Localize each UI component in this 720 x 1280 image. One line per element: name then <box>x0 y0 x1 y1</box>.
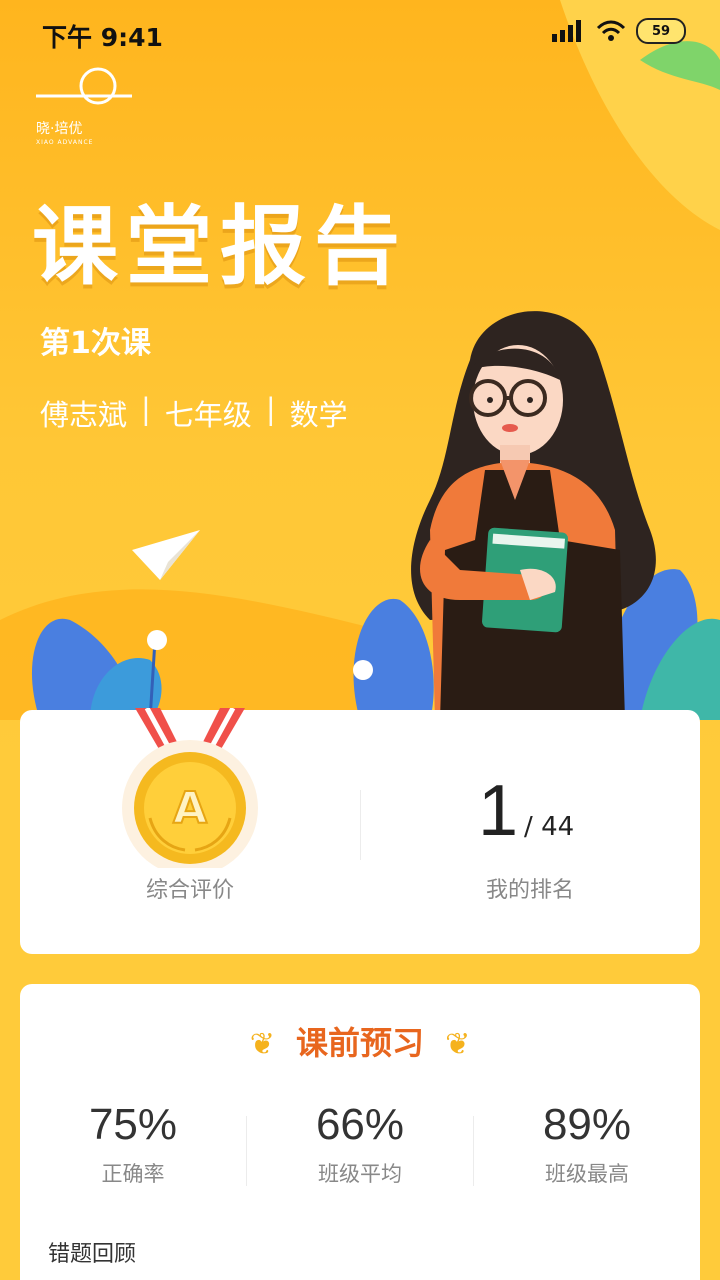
student-name: 傅志斌 <box>40 398 128 432</box>
medal-letter: A <box>173 783 207 834</box>
stat-class-average: 66% 班级平均 <box>247 1100 473 1188</box>
subject: 数学 <box>289 398 348 432</box>
laurel-left-icon: ❦ <box>249 1027 275 1062</box>
signal-icon <box>552 20 581 42</box>
laurel-right-icon: ❦ <box>445 1027 471 1062</box>
report-page: 下午 9:41 59 晓·培优 XIAO ADVANCE 课堂报告 第1次课 傅… <box>0 0 720 1280</box>
meta-separator: | <box>141 392 151 426</box>
status-bar: 下午 9:41 59 <box>0 0 720 70</box>
logo-mark-icon <box>36 67 132 105</box>
meta-separator: | <box>265 392 276 426</box>
overall-label: 综合评价 <box>145 878 234 903</box>
logo-subtext: XIAO ADVANCE <box>36 139 94 146</box>
student-grade: 七年级 <box>164 398 252 432</box>
logo-text: 晓·培优 <box>36 121 83 137</box>
battery-icon: 59 <box>636 18 686 44</box>
stat-value: 75% <box>88 1100 178 1149</box>
wifi-icon <box>596 20 626 41</box>
stat-label: 正确率 <box>101 1162 165 1186</box>
status-time: 下午 9:41 <box>42 23 163 52</box>
stat-value: 89% <box>542 1100 632 1149</box>
stat-class-highest: 89% 班级最高 <box>474 1100 700 1188</box>
brand-logo: 晓·培优 XIAO ADVANCE <box>36 66 132 146</box>
wrong-answers-review-link[interactable]: 错题回顾 <box>48 1236 136 1268</box>
medal-icon: A <box>122 708 258 868</box>
student-meta: 傅志斌 | 七年级 | 数学 <box>40 392 348 434</box>
rank-value: 1 <box>478 771 519 851</box>
stat-accuracy: 75% 正确率 <box>20 1100 246 1188</box>
rank-label: 我的排名 <box>485 878 574 903</box>
stat-label: 班级最高 <box>545 1162 629 1186</box>
teacher-illustration <box>411 311 656 720</box>
rank-total: / 44 <box>524 812 575 842</box>
preview-title: 课前预习 <box>295 1024 424 1062</box>
stat-value: 66% <box>315 1100 405 1149</box>
stat-label: 班级平均 <box>318 1162 402 1186</box>
lesson-number: 第1次课 <box>40 326 151 361</box>
section-title: ❦ 课前预习 ❦ <box>0 1018 720 1064</box>
rank-display: 1/ 44 <box>478 770 574 852</box>
page-title: 课堂报告 <box>32 197 408 297</box>
summary-divider <box>360 790 361 860</box>
